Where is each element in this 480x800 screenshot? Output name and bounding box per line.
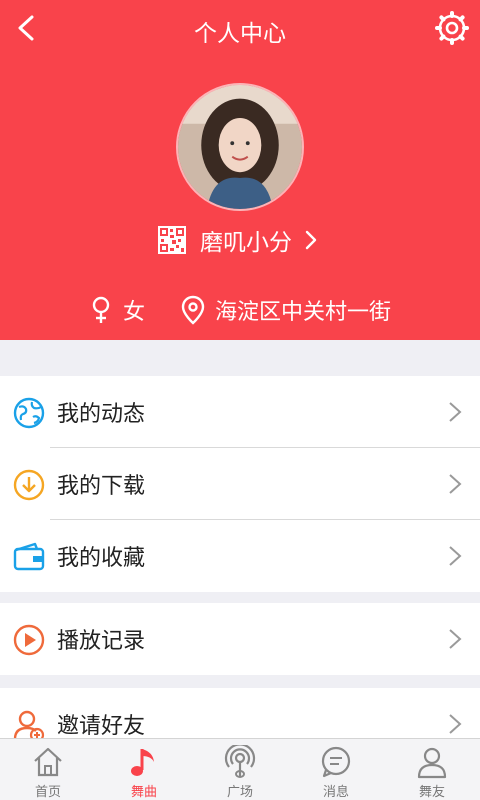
friend-icon [417, 747, 447, 779]
menu-item-my-feed[interactable]: 我的动态 [0, 376, 480, 448]
menu-item-label: 播放记录 [57, 629, 146, 654]
menu-group-2: 播放记录 [0, 603, 480, 675]
chevron-right-icon [449, 714, 462, 734]
menu-item-label: 我的下载 [57, 474, 146, 499]
tab-label: 首页 [34, 785, 61, 800]
music-note-icon [131, 749, 154, 776]
bottom-tab-bar: 首页 舞曲 广场 消息 舞友 [0, 738, 480, 800]
chevron-right-icon [449, 474, 462, 494]
chevron-right-icon [449, 546, 462, 566]
page-title: 个人中心 [194, 21, 286, 47]
globe-icon [13, 397, 45, 429]
chevron-right-icon [449, 402, 462, 422]
add-user-icon [13, 710, 45, 741]
profile-name-row[interactable]: 磨叽小分 [0, 222, 480, 258]
tab-home[interactable]: 首页 [0, 739, 96, 800]
tab-label: 消息 [322, 785, 349, 800]
menu-item-label: 我的收藏 [57, 546, 146, 571]
home-icon [34, 747, 62, 777]
female-icon [92, 296, 110, 323]
download-icon [13, 469, 45, 501]
menu-item-label: 邀请好友 [57, 714, 146, 739]
tab-messages[interactable]: 消息 [288, 739, 384, 800]
tab-square[interactable]: 广场 [192, 739, 288, 800]
tab-label: 舞友 [418, 785, 445, 800]
qr-code-icon[interactable] [158, 226, 186, 254]
profile-name: 磨叽小分 [200, 230, 292, 256]
menu-item-my-downloads[interactable]: 我的下载 [0, 448, 480, 520]
broadcast-icon [224, 745, 256, 778]
menu-item-my-favorites[interactable]: 我的收藏 [0, 520, 480, 592]
avatar[interactable] [176, 83, 304, 211]
profile-header: 个人中心 磨叽小分 女 海淀区中关村一街 [0, 0, 480, 340]
tab-label: 舞曲 [130, 785, 157, 800]
message-icon [321, 746, 351, 778]
location-label: 海淀区中关村一街 [215, 300, 392, 325]
profile-info-row: 女 海淀区中关村一街 [0, 292, 480, 328]
location-pin-icon [181, 295, 205, 325]
chevron-right-icon [305, 230, 317, 250]
wallet-icon [13, 542, 45, 571]
tab-dance-friends[interactable]: 舞友 [384, 739, 480, 800]
tab-label: 广场 [226, 785, 253, 800]
menu-item-play-history[interactable]: 播放记录 [0, 603, 480, 675]
chevron-right-icon [449, 629, 462, 649]
play-icon [13, 624, 45, 656]
gear-icon[interactable] [434, 10, 470, 46]
menu-group-1: 我的动态 我的下载 我的收藏 [0, 376, 480, 592]
gender-label: 女 [122, 300, 145, 325]
tab-dance-music[interactable]: 舞曲 [96, 739, 192, 800]
menu-item-label: 我的动态 [57, 402, 146, 427]
